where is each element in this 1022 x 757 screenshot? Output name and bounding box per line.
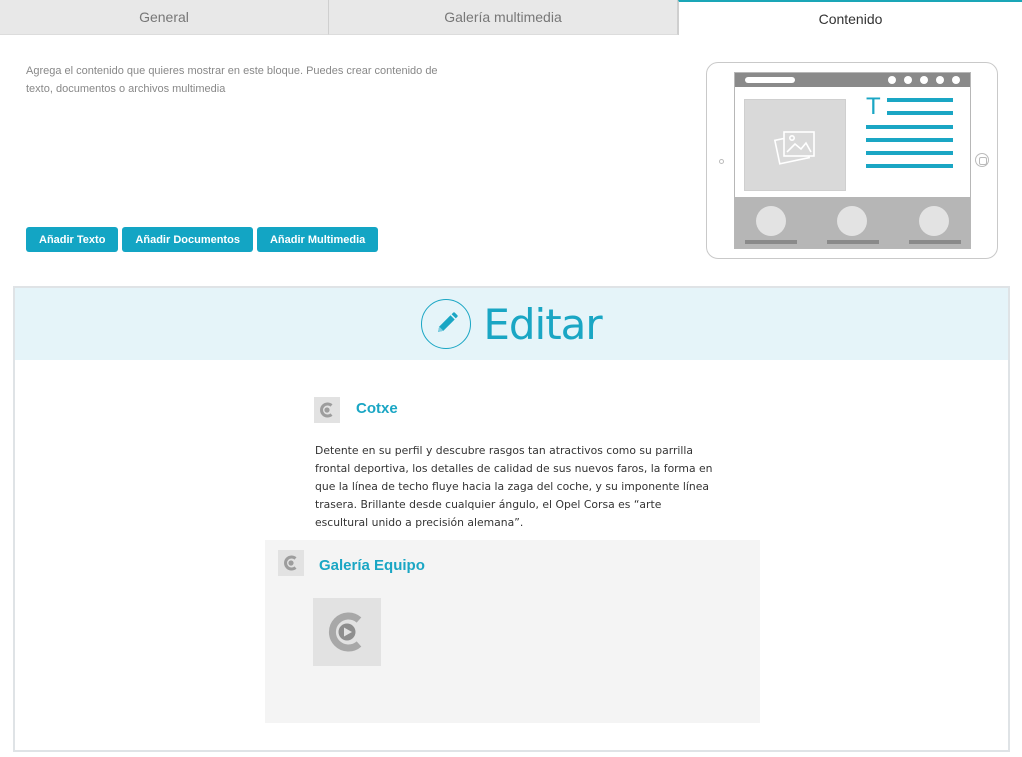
thumbnail-icon (919, 206, 949, 236)
tablet-illustration: T (706, 62, 998, 259)
edit-title: Editar (483, 299, 602, 349)
tablet-home-button (975, 153, 989, 167)
c-logo-icon (314, 397, 340, 423)
intro-description: Agrega el contenido que quieres mostrar … (26, 65, 438, 95)
video-play-icon (328, 612, 362, 652)
edit-header[interactable]: Editar (15, 288, 1008, 360)
screen-gallery-strip (735, 197, 970, 248)
pencil-icon (421, 299, 472, 349)
screen-header-bar (735, 73, 970, 87)
add-text-button[interactable]: Añadir Texto (26, 227, 119, 252)
add-content-actions: Añadir Texto Añadir Documentos Añadir Mu… (26, 227, 379, 252)
text-block-title[interactable]: Cotxe (356, 400, 398, 417)
tablet-camera (719, 159, 724, 164)
thumbnail-icon (756, 206, 786, 236)
add-multimedia-button[interactable]: Añadir Multimedia (256, 227, 379, 252)
tab-galeria-multimedia[interactable]: Galería multimedia (329, 0, 678, 35)
gallery-video-thumbnail[interactable] (313, 598, 381, 666)
tab-bar: General Galería multimedia Contenido (0, 0, 1022, 35)
text-type-icon: T (866, 93, 881, 120)
tab-contenido[interactable]: Contenido (678, 0, 1022, 35)
gallery-block-title[interactable]: Galería Equipo (319, 557, 425, 574)
thumbnail-icon (837, 206, 867, 236)
content-editor-panel: Editar Cotxe Detente en su perfil y desc… (13, 286, 1010, 752)
image-placeholder-icon (744, 99, 846, 191)
tab-general[interactable]: General (0, 0, 329, 35)
add-documents-button[interactable]: Añadir Documentos (122, 227, 253, 252)
gallery-block: Galería Equipo (265, 540, 760, 723)
text-block-body: Detente en su perfil y descubre rasgos t… (315, 444, 713, 529)
tablet-screen: T (734, 72, 971, 249)
c-logo-icon (278, 550, 304, 576)
